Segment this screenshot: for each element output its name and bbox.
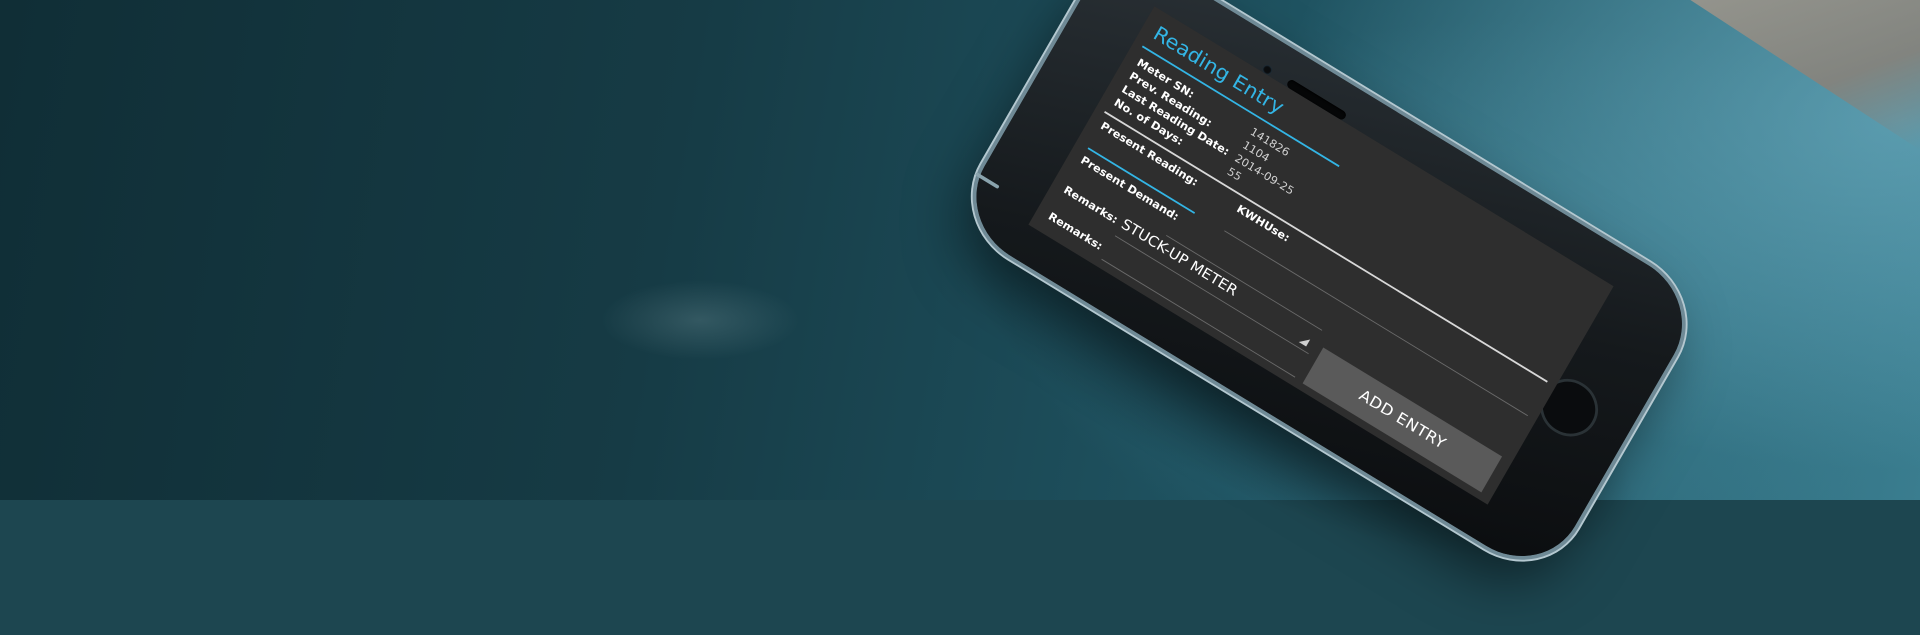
phone-screen: Reading Entry Meter SN: 141826 Prev. Rea… xyxy=(1028,6,1614,505)
remarks-select-underline xyxy=(1114,235,1309,355)
surface-speckle xyxy=(600,280,800,360)
phone-container: Reading Entry Meter SN: 141826 Prev. Rea… xyxy=(953,0,1795,581)
present-demand-input[interactable] xyxy=(1166,235,1323,331)
volume-button[interactable] xyxy=(974,172,1000,190)
remarks-select[interactable]: STUCK-UP METER xyxy=(1118,215,1240,299)
remarks-text-label: Remarks: xyxy=(1046,209,1105,253)
dropdown-arrow-icon[interactable] xyxy=(1298,334,1311,347)
